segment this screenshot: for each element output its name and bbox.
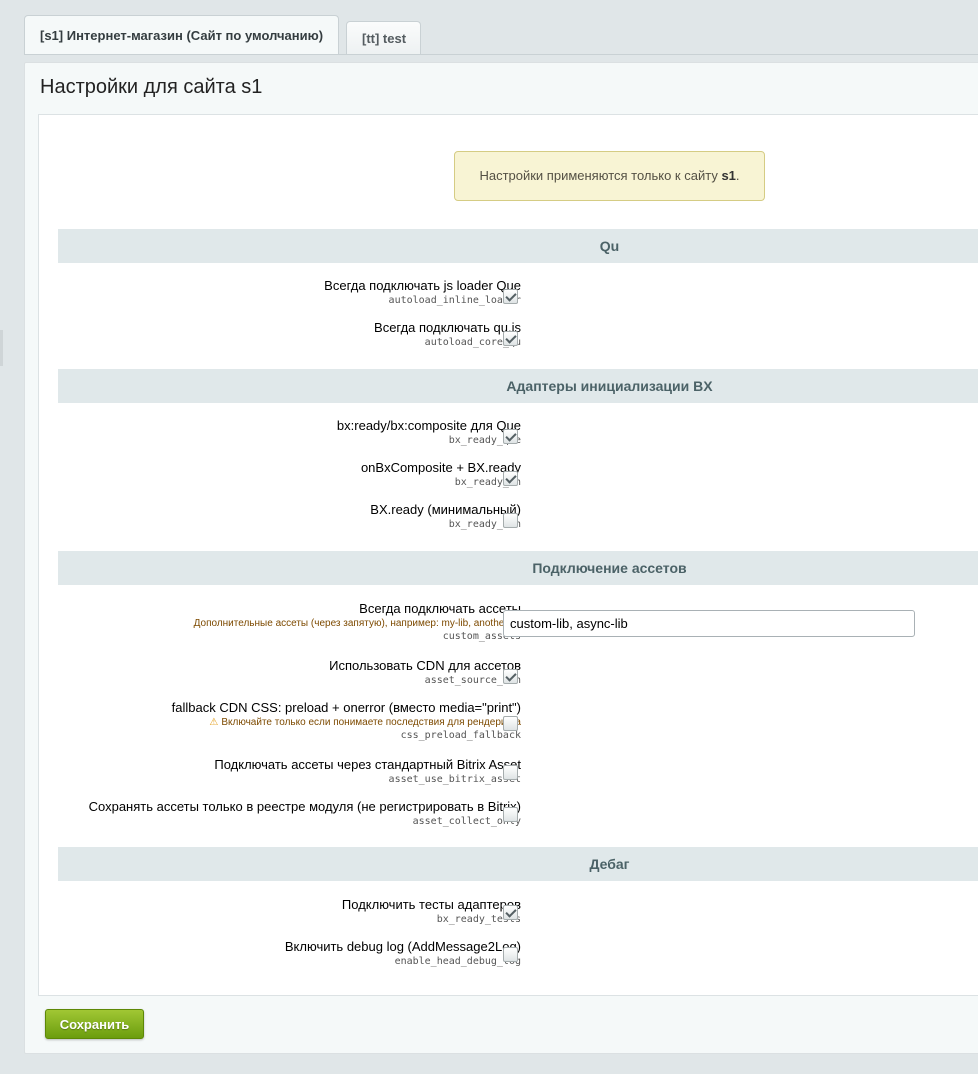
section-assets-title: Подключение ассетов [532, 560, 687, 576]
option-warning: ⚠ Включайте только если понимаете последс… [172, 717, 521, 728]
option-label: BX.ready (минимальный) [370, 502, 521, 517]
option-label: Подключать ассеты через стандартный Bitr… [214, 757, 521, 772]
option-code: bx_ready_que [448, 435, 521, 446]
option-code: autoload_inline_loader [388, 295, 521, 306]
section-debug-title: Дебаг [589, 856, 630, 872]
option-label: Подключить тесты адаптеров [341, 897, 521, 912]
option-code: css_preload_fallback [400, 730, 521, 741]
warning-text: Включайте только если понимаете последст… [221, 717, 521, 728]
tab-s1[interactable]: [s1] Интернет-магазин (Сайт по умолчанию… [24, 15, 339, 55]
settings-panel: Настройки для сайта s1 Настройки применя… [24, 62, 978, 1054]
bx-ready-tests-checkbox[interactable] [503, 905, 518, 920]
option-hint: Дополнительные ассеты (через запятую), н… [193, 618, 521, 629]
bx-ready-min-checkbox[interactable] [503, 513, 518, 528]
option-code: asset_collect_only [412, 816, 521, 827]
section-qu-title: Qu [599, 238, 620, 254]
save-button[interactable]: Сохранить [45, 1009, 144, 1039]
asset-collect-only-checkbox[interactable] [503, 807, 518, 822]
option-label: Сохранять ассеты только в реестре модуля… [88, 799, 521, 814]
section-adapters: Адаптеры инициализации BX [58, 369, 978, 403]
option-label: fallback CDN CSS: preload + onerror (вме… [171, 700, 521, 715]
section-debug: Дебаг [58, 847, 978, 881]
notice-text: Настройки применяются только к сайту [479, 168, 722, 183]
option-label: Всегда подключать qu.js [374, 320, 521, 335]
warning-icon: ⚠ [209, 717, 219, 728]
option-code: bx_ready_tests [436, 914, 521, 925]
option-label: Всегда подключать js loader Que [324, 278, 521, 293]
autoload-core-qu-checkbox[interactable] [503, 331, 518, 346]
tab-divider [24, 54, 978, 55]
option-label: onBxComposite + BX.ready [360, 460, 521, 475]
option-code: enable_head_debug_log [394, 956, 521, 967]
enable-head-debug-log-checkbox[interactable] [503, 947, 518, 962]
asset-use-bitrix-asset-checkbox[interactable] [503, 765, 518, 780]
option-label: Использовать CDN для ассетов [329, 658, 521, 673]
notice-site: s1 [721, 168, 736, 183]
notice-suffix: . [735, 168, 740, 183]
notice-message: Настройки применяются только к сайту s1. [454, 151, 765, 201]
section-adapters-title: Адаптеры инициализации BX [506, 378, 713, 394]
left-edge [0, 330, 3, 366]
option-code: autoload_core_qu [424, 337, 521, 348]
autoload-inline-loader-checkbox[interactable] [503, 289, 518, 304]
option-label: Включить debug log (AddMessage2Log) [284, 939, 521, 954]
tab-tt[interactable]: [tt] test [346, 21, 421, 55]
section-assets: Подключение ассетов [58, 551, 978, 585]
bx-ready-on-checkbox[interactable] [503, 471, 518, 486]
option-code: bx_ready_min [448, 519, 521, 530]
settings-form: Настройки применяются только к сайту s1.… [38, 114, 978, 996]
option-code: bx_ready_on [454, 477, 521, 488]
option-code: asset_source_cdn [424, 675, 521, 686]
option-code: asset_use_bitrix_asset [388, 774, 521, 785]
option-label: Всегда подключать ассеты [359, 601, 521, 616]
option-label: bx:ready/bx:composite для Que [336, 418, 521, 433]
asset-source-cdn-checkbox[interactable] [503, 669, 518, 684]
bx-ready-que-checkbox[interactable] [503, 429, 518, 444]
option-code: custom_assets [442, 631, 521, 642]
css-preload-fallback-checkbox[interactable] [503, 716, 518, 731]
custom-assets-input[interactable] [503, 610, 915, 637]
page-title: Настройки для сайта s1 [40, 76, 263, 98]
section-qu: Qu [58, 229, 978, 263]
